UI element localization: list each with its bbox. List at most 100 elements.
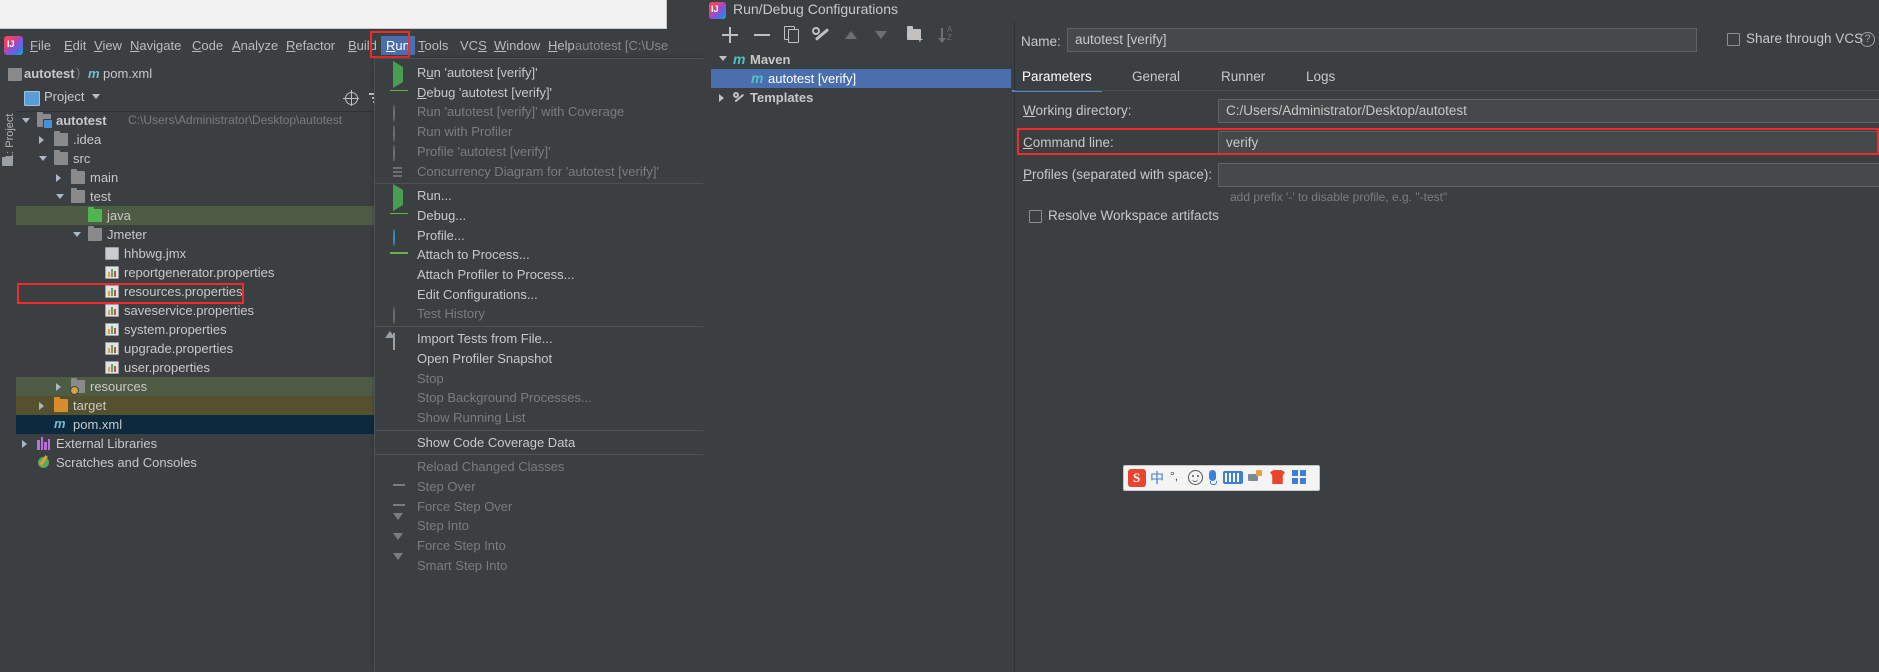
copy-configuration-button[interactable] bbox=[781, 24, 803, 46]
chevron-down-icon[interactable] bbox=[719, 56, 727, 61]
chevron-down-icon[interactable] bbox=[92, 94, 100, 99]
chevron-down-icon[interactable] bbox=[73, 232, 81, 237]
project-view-label[interactable]: Project bbox=[44, 89, 84, 104]
tool-window-project-label[interactable]: 1: Project bbox=[4, 98, 16, 160]
tab-logs[interactable]: Logs bbox=[1306, 63, 1335, 90]
run-debug-configurations-dialog: Run/Debug Configurations + AZ mMavenmaut… bbox=[703, 0, 1879, 672]
voice-input-icon[interactable] bbox=[1209, 470, 1217, 485]
tree-row-label: saveservice.properties bbox=[124, 303, 255, 318]
ime-toolbar[interactable]: 中 °, bbox=[1123, 465, 1320, 491]
chevron-right-icon[interactable] bbox=[39, 402, 44, 410]
move-up-button[interactable] bbox=[845, 31, 857, 39]
tree-row[interactable]: target bbox=[16, 396, 377, 415]
config-tree-row[interactable]: m autotest [verify] bbox=[711, 69, 1011, 88]
structure-tool-icon[interactable] bbox=[2, 157, 13, 166]
tree-row[interactable]: hhbwg.jmx bbox=[16, 244, 377, 263]
share-through-vcs-checkbox[interactable] bbox=[1727, 33, 1740, 46]
chevron-down-icon[interactable] bbox=[22, 118, 30, 123]
chevron-right-icon[interactable] bbox=[39, 136, 44, 144]
tree-row[interactable]: main bbox=[16, 168, 377, 187]
tree-row[interactable]: src bbox=[16, 149, 377, 168]
tree-row[interactable]: test bbox=[16, 187, 377, 206]
configurations-toolbar[interactable]: + AZ bbox=[711, 24, 1011, 52]
tree-row[interactable]: External Libraries bbox=[16, 434, 377, 453]
menu-view[interactable]: View bbox=[89, 36, 127, 55]
chevron-right-icon[interactable] bbox=[22, 440, 27, 448]
toolbox-icon[interactable] bbox=[1248, 470, 1263, 485]
help-icon[interactable]: ? bbox=[1860, 32, 1875, 47]
emoji-icon[interactable] bbox=[1188, 470, 1203, 485]
config-tree-row[interactable]: Templates bbox=[711, 88, 1011, 107]
smart-step-into-icon bbox=[393, 552, 406, 575]
tree-row[interactable]: resources bbox=[16, 377, 377, 396]
chinese-mode-icon[interactable]: 中 bbox=[1150, 468, 1164, 488]
add-configuration-button[interactable] bbox=[719, 24, 741, 46]
breadcrumb-project[interactable]: autotest bbox=[24, 65, 75, 82]
config-tree-row-label: Maven bbox=[750, 52, 791, 67]
resolve-workspace-artifacts-checkbox[interactable] bbox=[1029, 210, 1042, 223]
configurations-tree[interactable]: m Maven m autotest [verify] Templates bbox=[711, 50, 1011, 672]
project-tree[interactable]: autotest C:\Users\Administrator\Desktop\a… bbox=[16, 111, 377, 672]
chevron-right-icon[interactable] bbox=[56, 383, 61, 391]
chevron-down-icon[interactable] bbox=[39, 156, 47, 161]
chevron-down-icon[interactable] bbox=[56, 194, 64, 199]
edit-templates-button[interactable] bbox=[811, 24, 833, 46]
tree-row[interactable]: .idea bbox=[16, 130, 377, 149]
menu-code[interactable]: Code bbox=[187, 36, 228, 55]
menu-file[interactable]: File bbox=[25, 36, 56, 55]
punctuation-icon[interactable]: °, bbox=[1170, 469, 1178, 483]
remove-configuration-button[interactable] bbox=[751, 24, 773, 46]
tab-runner[interactable]: Runner bbox=[1221, 63, 1265, 90]
field-input-profiles-separated-with-space[interactable] bbox=[1218, 163, 1879, 187]
sort-configurations-button[interactable]: AZ bbox=[937, 24, 959, 46]
maven-icon: m bbox=[733, 51, 746, 67]
properties-icon bbox=[105, 361, 119, 374]
tree-row[interactable]: reportgenerator.properties bbox=[16, 263, 377, 282]
tree-row[interactable]: java bbox=[16, 206, 377, 225]
menu-tools[interactable]: Tools bbox=[413, 36, 453, 55]
tree-row[interactable]: upgrade.properties bbox=[16, 339, 377, 358]
menu-refactor[interactable]: Refactor bbox=[281, 36, 340, 55]
pom-file-icon: m bbox=[88, 66, 100, 81]
intellij-logo-icon bbox=[709, 2, 726, 19]
name-field[interactable]: autotest [verify] bbox=[1067, 28, 1697, 52]
debug-icon bbox=[393, 210, 406, 223]
menu-vcs[interactable]: VCS bbox=[455, 36, 492, 55]
tree-row-label: target bbox=[73, 398, 107, 413]
tool-window-strip: 1: Project bbox=[0, 85, 17, 672]
tree-row[interactable]: autotest C:\Users\Administrator\Desktop\a… bbox=[16, 111, 377, 130]
configuration-tabs[interactable]: Parameters General Runner Logs bbox=[1012, 63, 1536, 93]
skin-icon[interactable] bbox=[1270, 470, 1285, 484]
sogou-logo-icon[interactable] bbox=[1128, 469, 1146, 487]
config-tree-row[interactable]: m Maven bbox=[711, 50, 1011, 69]
chevron-right-icon[interactable] bbox=[56, 174, 61, 182]
menu-edit[interactable]: Edit bbox=[59, 36, 91, 55]
tree-row[interactable]: saveservice.properties bbox=[16, 301, 377, 320]
menu-navigate[interactable]: Navigate bbox=[125, 36, 186, 55]
move-down-button[interactable] bbox=[875, 31, 887, 39]
create-folder-button[interactable]: + bbox=[905, 24, 927, 46]
tree-row[interactable]: user.properties bbox=[16, 358, 377, 377]
menu-window[interactable]: Window bbox=[489, 36, 545, 55]
tree-row-label: autotest bbox=[56, 113, 107, 128]
field-input-working-directory[interactable]: C:/Users/Administrator/Desktop/autotest bbox=[1218, 99, 1879, 123]
breadcrumb-file[interactable]: pom.xml bbox=[103, 65, 152, 82]
menu-grid-icon[interactable] bbox=[1292, 470, 1307, 484]
scroll-from-source-icon[interactable] bbox=[343, 90, 359, 106]
force-step-over-icon bbox=[393, 501, 406, 514]
menu-analyze[interactable]: Analyze bbox=[227, 36, 283, 55]
tree-row[interactable]: Jmeter bbox=[16, 225, 377, 244]
tab-parameters[interactable]: Parameters bbox=[1012, 63, 1102, 92]
tree-row[interactable]: system.properties bbox=[16, 320, 377, 339]
menu-item-label: Run 'autotest [verify]' bbox=[417, 65, 538, 80]
libraries-icon bbox=[37, 437, 51, 450]
stop-icon bbox=[393, 373, 406, 386]
menu-item-label: Step Over bbox=[417, 479, 476, 494]
share-through-vcs-label: Share through VCS bbox=[1746, 31, 1864, 46]
chevron-right-icon[interactable] bbox=[719, 94, 724, 102]
tab-general[interactable]: General bbox=[1132, 63, 1180, 90]
tree-row[interactable]: m pom.xml bbox=[16, 415, 377, 434]
menu-item-label: Profile... bbox=[417, 227, 465, 243]
tree-row[interactable]: Scratches and Consoles bbox=[16, 453, 377, 472]
soft-keyboard-icon[interactable] bbox=[1223, 471, 1243, 484]
